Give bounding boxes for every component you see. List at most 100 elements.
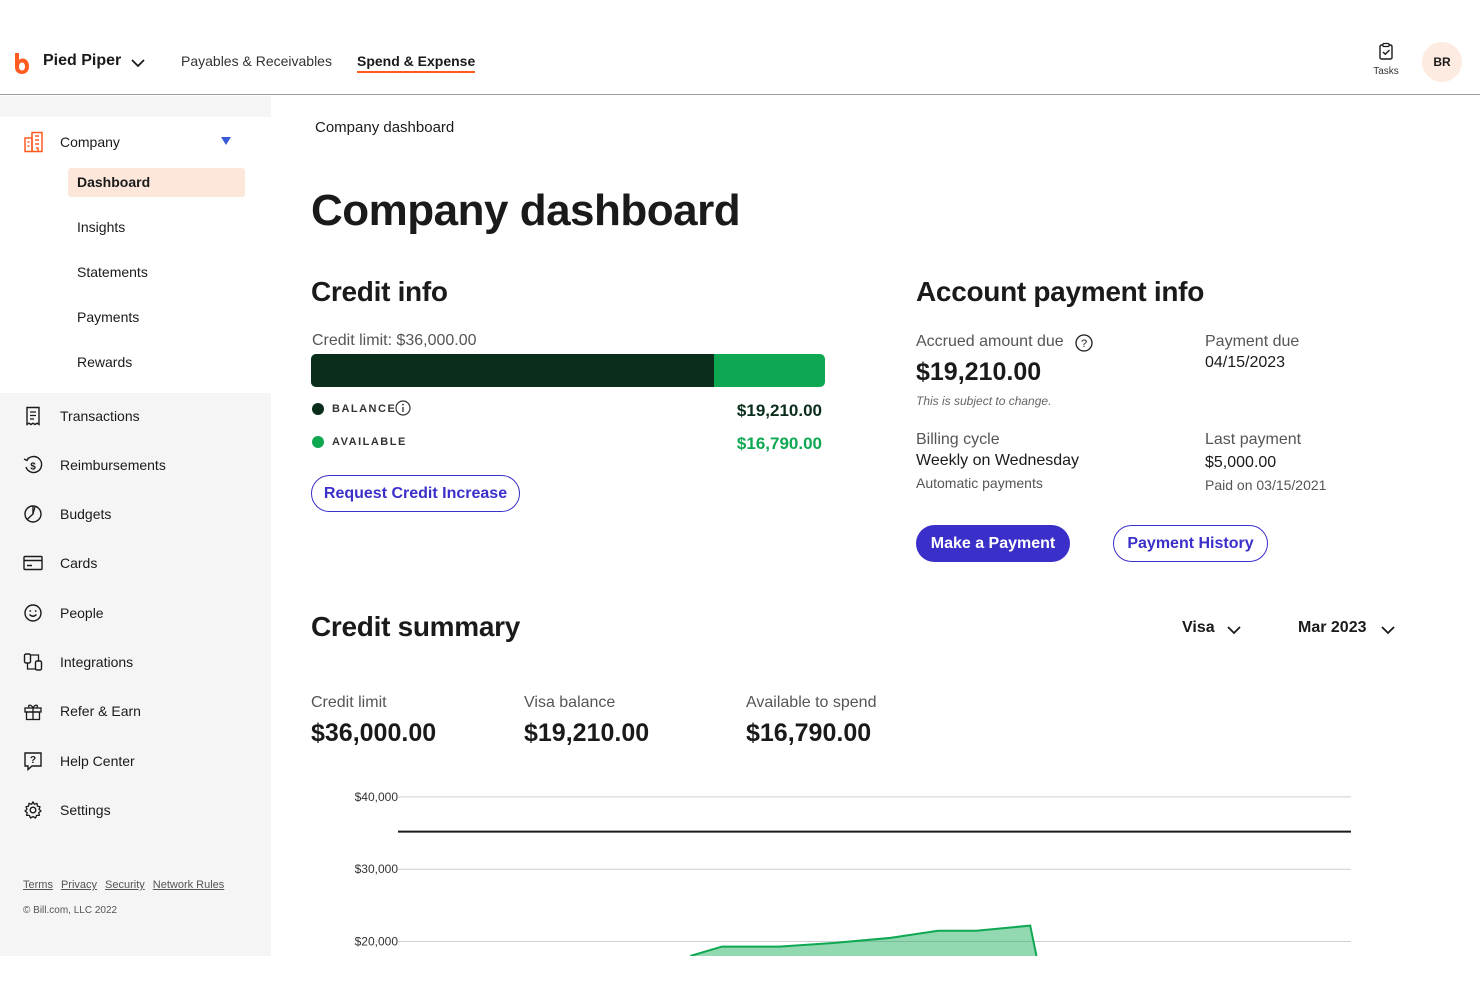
payment-due-label: Payment due xyxy=(1205,333,1300,350)
avatar[interactable]: BR xyxy=(1422,42,1462,82)
footer-link-privacy[interactable]: Privacy xyxy=(61,879,97,891)
footer-link-network-rules[interactable]: Network Rules xyxy=(153,879,225,891)
available-legend: AVAILABLE $16,790.00 xyxy=(312,431,822,453)
sidebar-item-cards[interactable]: Cards xyxy=(0,550,271,578)
sidebar-section-company[interactable]: Company xyxy=(0,131,271,159)
info-icon[interactable] xyxy=(395,400,411,416)
footer-links: Terms Privacy Security Network Rules xyxy=(23,879,232,891)
payment-history-button[interactable]: Payment History xyxy=(1113,525,1268,562)
sidebar-item-settings[interactable]: Settings xyxy=(0,797,271,825)
chevron-down-icon xyxy=(1227,626,1241,635)
sidebar-section-label: Company xyxy=(60,134,120,150)
main-content: Company dashboard Company dashboard Cred… xyxy=(271,96,1480,956)
sidebar-item-label: Help Center xyxy=(60,753,135,769)
stat-available-value: $16,790.00 xyxy=(746,719,872,747)
stat-visa-balance-value: $19,210.00 xyxy=(524,719,650,747)
tasks-label: Tasks xyxy=(1373,66,1399,77)
buildings-icon xyxy=(24,131,43,153)
company-switcher-label[interactable]: Pied Piper xyxy=(43,52,121,70)
month-select[interactable]: Mar 2023 xyxy=(1298,619,1398,641)
request-credit-increase-button[interactable]: Request Credit Increase xyxy=(311,475,520,512)
copyright: © Bill.com, LLC 2022 xyxy=(23,905,118,916)
nav-payables-receivables[interactable]: Payables & Receivables xyxy=(181,53,332,69)
sidebar-subitem-payments[interactable]: Payments xyxy=(68,303,245,332)
sidebar-item-label: Settings xyxy=(60,802,111,818)
sidebar-item-label: Transactions xyxy=(60,408,140,424)
stat-credit-limit-value: $36,000.00 xyxy=(311,719,437,747)
credit-limit-label: Credit limit: $36,000.00 xyxy=(312,332,477,349)
billing-cycle-sub: Automatic payments xyxy=(916,475,1043,491)
accrued-note: This is subject to change. xyxy=(916,394,1052,408)
nav-spend-expense[interactable]: Spend & Expense xyxy=(357,53,476,73)
y-tick-label: $20,000 xyxy=(355,935,399,949)
question-circle-icon[interactable]: ? xyxy=(1075,334,1093,352)
gift-icon xyxy=(24,704,42,721)
available-dot xyxy=(312,436,324,448)
stat-available-label: Available to spend xyxy=(746,694,877,711)
integrations-icon xyxy=(23,653,43,671)
card-select[interactable]: Visa xyxy=(1182,619,1244,641)
sidebar-item-people[interactable]: People xyxy=(0,600,271,628)
month-select-value: Mar 2023 xyxy=(1298,619,1367,636)
page-title: Company dashboard xyxy=(311,186,741,235)
sidebar-item-label: Cards xyxy=(60,555,98,571)
top-bar: Pied Piper Payables & Receivables Spend … xyxy=(0,30,1480,95)
last-payment-sub: Paid on 03/15/2021 xyxy=(1205,477,1327,493)
help-icon: ? xyxy=(24,752,42,771)
y-tick-label: $30,000 xyxy=(355,862,399,876)
sidebar-item-budgets[interactable]: Budgets xyxy=(0,501,271,529)
credit-usage-bar xyxy=(311,354,825,387)
payment-due-value: 04/15/2023 xyxy=(1205,354,1286,371)
sidebar-item-label: Reimbursements xyxy=(60,457,166,473)
footer-link-terms[interactable]: Terms xyxy=(23,879,53,891)
credit-card-icon xyxy=(23,555,43,571)
stat-credit-limit-label: Credit limit xyxy=(311,694,387,711)
card-select-value: Visa xyxy=(1182,619,1215,636)
breadcrumb: Company dashboard xyxy=(315,119,455,136)
accrued-amount-label: Accrued amount due xyxy=(916,333,1064,350)
chevron-down-icon xyxy=(1381,626,1395,635)
balance-legend: BALANCE $19,210.00 xyxy=(312,398,822,420)
tasks-button[interactable]: Tasks xyxy=(1370,42,1402,77)
sidebar: Company Dashboard Insights Statements Pa… xyxy=(0,96,271,956)
sidebar-item-label: Integrations xyxy=(60,654,134,670)
bill-logo-icon[interactable] xyxy=(14,51,30,75)
sidebar-item-transactions[interactable]: Transactions xyxy=(0,403,271,431)
last-payment-value: $5,000.00 xyxy=(1205,454,1277,471)
clipboard-check-icon xyxy=(1379,42,1393,60)
make-payment-button[interactable]: Make a Payment xyxy=(916,525,1070,562)
available-value: $16,790.00 xyxy=(736,434,822,453)
balance-dot xyxy=(312,403,324,415)
balance-value: $19,210.00 xyxy=(736,401,822,420)
reimbursement-icon: $ xyxy=(23,455,43,474)
sidebar-item-refer-earn[interactable]: Refer & Earn xyxy=(0,698,271,726)
sidebar-item-integrations[interactable]: Integrations xyxy=(0,649,271,677)
caret-down-icon[interactable] xyxy=(221,137,231,145)
svg-text:$: $ xyxy=(30,462,36,473)
last-payment-label: Last payment xyxy=(1205,431,1302,448)
account-payment-heading: Account payment info xyxy=(916,276,1205,307)
sidebar-subitem-statements[interactable]: Statements xyxy=(68,258,245,287)
billing-cycle-value: Weekly on Wednesday xyxy=(916,452,1080,469)
sidebar-item-help-center[interactable]: ? Help Center xyxy=(0,748,271,776)
receipt-icon xyxy=(26,406,40,426)
sidebar-subitem-rewards[interactable]: Rewards xyxy=(68,348,245,377)
available-label: AVAILABLE xyxy=(332,436,407,448)
credit-summary-heading: Credit summary xyxy=(311,611,520,642)
sidebar-subitem-insights[interactable]: Insights xyxy=(68,213,245,242)
pie-chart-icon xyxy=(24,505,42,523)
credit-info-heading: Credit info xyxy=(311,276,448,307)
sidebar-item-label: Refer & Earn xyxy=(60,703,141,719)
svg-text:?: ? xyxy=(30,755,36,766)
gear-icon xyxy=(24,801,42,819)
footer-link-security[interactable]: Security xyxy=(105,879,145,891)
credit-balance-fill xyxy=(311,354,714,387)
sidebar-item-reimbursements[interactable]: $ Reimbursements xyxy=(0,452,271,480)
sidebar-item-label: People xyxy=(60,605,104,621)
sidebar-subitem-dashboard[interactable]: Dashboard xyxy=(68,168,245,197)
stat-visa-balance-label: Visa balance xyxy=(524,694,616,711)
svg-text:?: ? xyxy=(1081,338,1087,350)
chevron-down-icon[interactable] xyxy=(130,55,146,71)
balance-label: BALANCE xyxy=(332,403,397,415)
y-tick-label: $40,000 xyxy=(355,790,399,804)
